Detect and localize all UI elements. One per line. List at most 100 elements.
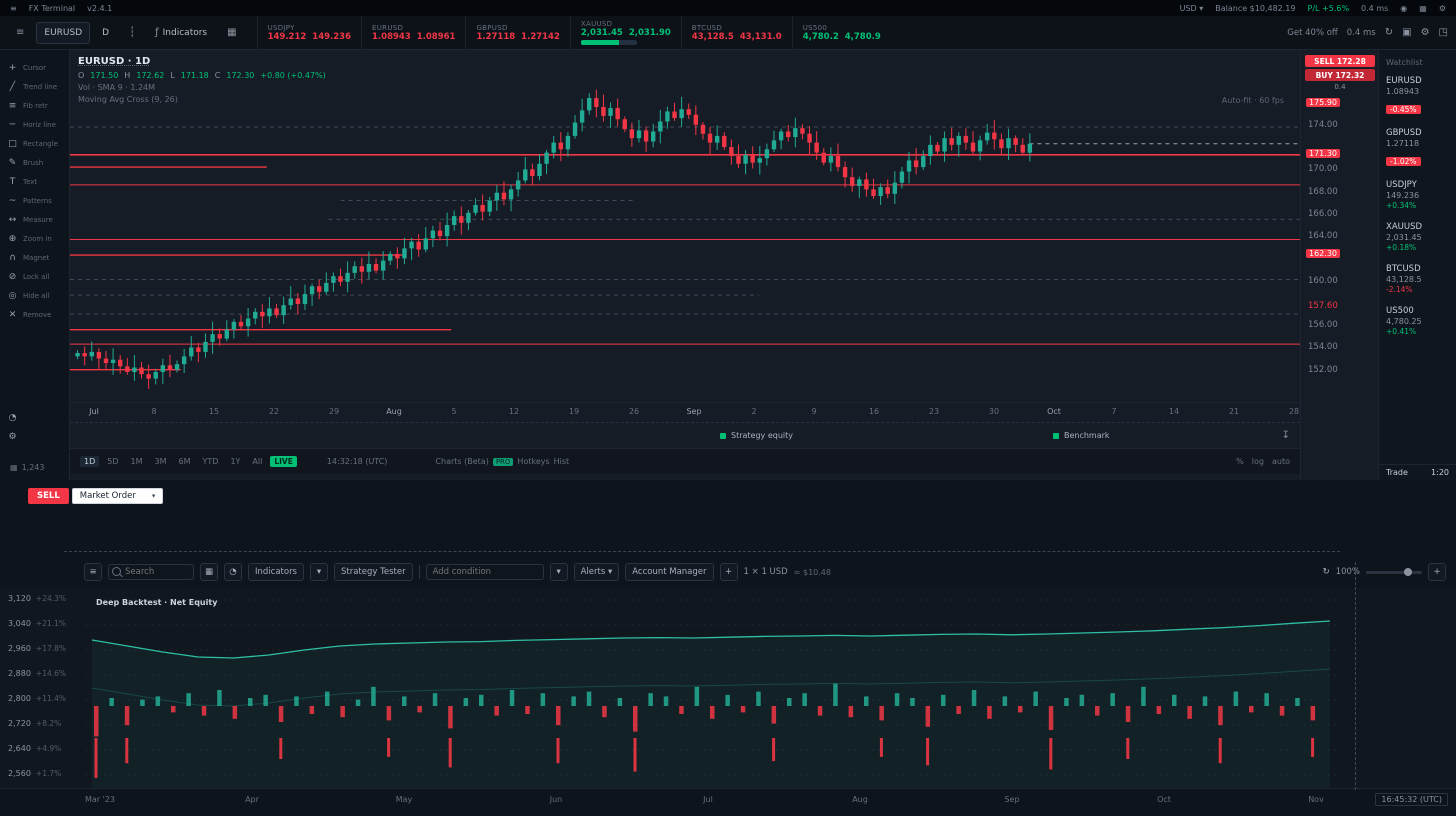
tool-patterns[interactable]: ~Patterns xyxy=(0,191,69,210)
tool-rectangle[interactable]: □Rectangle xyxy=(0,134,69,153)
range-1d[interactable]: 1D xyxy=(80,456,99,467)
tool-horiz-line[interactable]: ─Horiz line xyxy=(0,115,69,134)
zoom-slider[interactable] xyxy=(1366,571,1422,574)
pane-menu-button[interactable]: ≡ xyxy=(84,563,102,581)
preferences-icon[interactable]: ⚙ xyxy=(1439,4,1446,13)
workspace-icon[interactable]: ▦ xyxy=(1419,4,1427,13)
promo-label[interactable]: Get 40% off xyxy=(1287,28,1338,38)
topbar-item[interactable]: FX Terminal xyxy=(29,4,75,13)
chart-settings-icon[interactable]: ⚙ xyxy=(1421,27,1430,38)
scale-mode-auto[interactable]: auto xyxy=(1272,457,1290,466)
tool-text[interactable]: TText xyxy=(0,172,69,191)
quote-tile[interactable]: XAUUSD2,031.452,031.90 xyxy=(570,16,681,49)
range-1y[interactable]: 1Y xyxy=(226,456,244,467)
zoom-slider-thumb[interactable] xyxy=(1404,568,1412,576)
alerts-icon[interactable]: ◔ xyxy=(0,408,69,427)
alerts-button[interactable]: Alerts ▾ xyxy=(574,563,620,581)
left-price-scale[interactable]: 3,120+24.3%3,040+21.1%2,960+17.8%2,880+1… xyxy=(0,588,86,788)
chart-type-icon[interactable]: ┆ xyxy=(121,22,143,44)
candlestick-chart[interactable] xyxy=(70,50,1300,402)
hist-label[interactable]: Hist xyxy=(554,457,570,466)
reset-zoom-icon[interactable]: ↻ xyxy=(1323,567,1330,577)
add-button[interactable]: + xyxy=(720,563,738,581)
indicators-dropdown[interactable]: ▾ xyxy=(310,563,328,581)
trade-label: Trade xyxy=(1386,468,1408,477)
zoom-in-button[interactable]: + xyxy=(1428,563,1446,581)
tool-magnet[interactable]: ∩Magnet xyxy=(0,248,69,267)
tool-brush[interactable]: ✎Brush xyxy=(0,153,69,172)
quick-sell-button[interactable]: SELL xyxy=(28,488,69,504)
condition-dropdown[interactable]: ▾ xyxy=(550,563,568,581)
layout-button[interactable]: ▦ xyxy=(219,22,244,44)
tool-lock-all[interactable]: ⊘Lock all xyxy=(0,267,69,286)
order-type-select[interactable]: Market Order xyxy=(72,488,164,504)
watchlist-item[interactable]: USDJPY149.236+0.34% xyxy=(1386,180,1449,210)
watchlist-item[interactable]: US5004,780.25+0.41% xyxy=(1386,306,1449,336)
watchlist-item[interactable]: GBPUSD1.27118-1.02% xyxy=(1386,128,1449,168)
symbol-search-button[interactable]: EURUSD xyxy=(36,22,90,44)
topbar-item[interactable]: USD ▾ xyxy=(1180,4,1204,13)
account-manager-button[interactable]: Account Manager xyxy=(625,563,713,581)
range-5d[interactable]: 5D xyxy=(103,456,122,467)
chevron-down-icon: ▾ xyxy=(556,567,560,577)
scale-mode-percent[interactable]: % xyxy=(1236,457,1244,466)
range-6m[interactable]: 6M xyxy=(175,456,195,467)
scale-mode-log[interactable]: log xyxy=(1252,457,1264,466)
legend-chip[interactable]: Strategy equity xyxy=(720,431,793,440)
legend-chip[interactable]: Benchmark xyxy=(1053,431,1110,440)
range-ytd[interactable]: YTD xyxy=(199,456,223,467)
time-axis[interactable]: Jul8152229Aug5121926Sep29162330Oct714212… xyxy=(70,402,1300,423)
range-1m[interactable]: 1M xyxy=(127,456,147,467)
hotkeys-label[interactable]: Hotkeys xyxy=(517,457,549,466)
strategy-tester-button[interactable]: Strategy Tester xyxy=(334,563,413,581)
watchlist-item[interactable]: EURUSD1.08943-0.45% xyxy=(1386,76,1449,116)
watchlist-symbol: BTCUSD xyxy=(1386,264,1449,274)
tool-zoom-in[interactable]: ⊕Zoom in xyxy=(0,229,69,248)
interval-button[interactable]: D xyxy=(94,22,117,44)
quote-tile[interactable]: US5004,780.24,780.9 xyxy=(792,16,893,49)
drawing-settings-icon[interactable]: ⚙ xyxy=(0,427,69,446)
topbar-item[interactable]: v2.4.1 xyxy=(87,4,112,13)
tool-measure[interactable]: ↔Measure xyxy=(0,210,69,229)
candle-body xyxy=(537,164,541,176)
filter-button[interactable]: ▦ xyxy=(200,563,218,581)
notifications-icon[interactable]: ◉ xyxy=(1400,4,1407,13)
quote-tile[interactable]: GBPUSD1.271181.27142 xyxy=(465,16,569,49)
quote-tile[interactable]: EURUSD1.089431.08961 xyxy=(361,16,465,49)
tool-hide-all[interactable]: ◎Hide all xyxy=(0,286,69,305)
download-icon[interactable]: ↧ xyxy=(1282,430,1290,441)
condition-input[interactable] xyxy=(426,564,544,580)
footer-clock[interactable]: 14:32:18 (UTC) xyxy=(327,457,388,466)
pane-scale-secondary: +4.9% xyxy=(36,744,61,753)
topbar-item[interactable]: 0.4 ms xyxy=(1361,4,1388,13)
quote-tile[interactable]: BTCUSD43,128.543,131.0 xyxy=(681,16,792,49)
equity-chart[interactable] xyxy=(86,588,1340,788)
tool-cursor[interactable]: +Cursor xyxy=(0,58,69,77)
indicators-button-bottom[interactable]: Indicators xyxy=(248,563,304,581)
topbar-item[interactable]: Balance $10,482.19 xyxy=(1215,4,1295,13)
bottom-time-axis[interactable]: Mar '23AprMayJunJulAugSepOctNov 16:45:32… xyxy=(0,788,1456,813)
range-3m[interactable]: 3M xyxy=(151,456,171,467)
buy-button[interactable]: BUY 172.32 xyxy=(1305,69,1375,81)
indicators-button[interactable]: ƒIndicators xyxy=(147,22,215,44)
fullscreen-icon[interactable]: ◳ xyxy=(1439,27,1448,38)
tool-fib-retr[interactable]: ≡Fib retr xyxy=(0,96,69,115)
screenshot-icon[interactable]: ▣ xyxy=(1402,27,1411,38)
refresh-icon[interactable]: ↻ xyxy=(1385,27,1393,38)
price-alert-value: 157.60 xyxy=(1308,301,1338,311)
sell-button[interactable]: SELL 172.28 xyxy=(1305,55,1375,67)
quote-tile[interactable]: USDJPY149.212149.236 xyxy=(257,16,361,49)
app-menu-icon[interactable]: ≡ xyxy=(10,4,17,13)
clock-box[interactable]: 16:45:32 (UTC) xyxy=(1375,793,1448,806)
trade-footer[interactable]: Trade 1:20 xyxy=(1379,464,1456,480)
watchlist-item[interactable]: XAUUSD2,031.45+0.18% xyxy=(1386,222,1449,252)
topbar-item[interactable]: P/L +5.6% xyxy=(1308,4,1350,13)
watchlist-item[interactable]: BTCUSD43,128.5-2.14% xyxy=(1386,264,1449,294)
tool-trend-line[interactable]: ╱Trend line xyxy=(0,77,69,96)
favorites-button[interactable]: ◔ xyxy=(224,563,242,581)
quote-values: 149.212149.236 xyxy=(268,32,351,42)
tool-remove[interactable]: ✕Remove xyxy=(0,305,69,324)
range-all[interactable]: All xyxy=(248,456,266,467)
watchlist-toggle-icon[interactable]: ≡ xyxy=(8,22,32,44)
price-scale[interactable]: SELL 172.28 BUY 172.32 0.4 174.00170.001… xyxy=(1300,50,1379,480)
